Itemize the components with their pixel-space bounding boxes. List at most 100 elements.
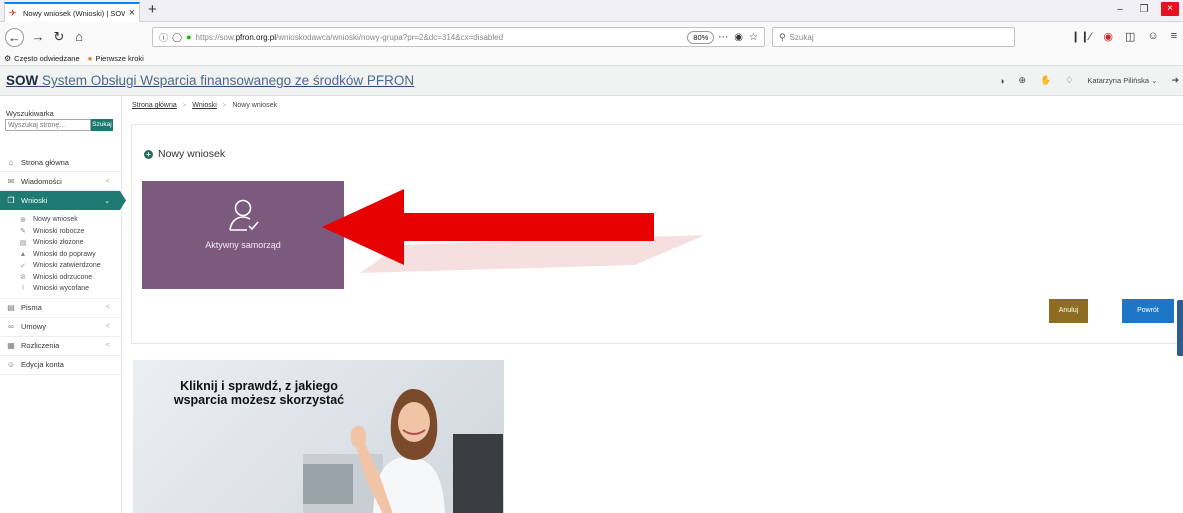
library-icon[interactable]: ❙❙⁄ xyxy=(1071,30,1091,43)
chevron-left-icon: < xyxy=(105,177,110,185)
plus-circle-icon: + xyxy=(144,149,153,159)
tile-label: Aktywny samorząd xyxy=(205,240,281,250)
zoom-icon[interactable]: ⊕ xyxy=(1019,75,1027,86)
letters-icon: ▤ xyxy=(7,303,15,312)
gear-icon: ⚙ xyxy=(4,54,12,63)
home-icon: ⌂ xyxy=(8,157,14,167)
annotation-arrow-icon xyxy=(322,189,705,273)
panel-title-text: Nowy wniosek xyxy=(158,148,226,160)
back-arrow-icon[interactable]: ← xyxy=(5,28,24,47)
sidebar-toggle-icon[interactable]: ◫ xyxy=(1125,30,1135,43)
bookmark-star-icon[interactable]: ☆ xyxy=(749,32,758,43)
close-window-icon[interactable]: × xyxy=(1161,2,1179,16)
submenu-withdrawn[interactable]: ! Wnioski wycofane xyxy=(0,283,122,295)
submenu-approved[interactable]: ✓ Wnioski zatwierdzone xyxy=(0,260,122,272)
submenu-drafts[interactable]: ✎ Wnioski robocze xyxy=(0,226,122,238)
firefox-icon: ● xyxy=(87,54,93,63)
restore-icon[interactable]: ❐ xyxy=(1137,4,1151,15)
pocket-icon[interactable]: ◉ xyxy=(734,32,743,43)
exclamation-icon: ! xyxy=(22,285,24,293)
tab-title: Nowy wniosek (Wnioski) | SOW xyxy=(23,8,125,18)
draft-icon: ✎ xyxy=(20,228,26,236)
browser-search-bar[interactable]: ⚲ Szukaj xyxy=(772,27,1015,47)
minimize-icon[interactable]: – xyxy=(1113,4,1127,15)
lock-icon[interactable]: ● xyxy=(186,32,191,42)
forward-arrow-icon[interactable]: → xyxy=(29,28,47,46)
breadcrumb-separator-icon: > xyxy=(222,102,227,109)
submenu-rejected[interactable]: ⊘ Wnioski odrzucone xyxy=(0,272,122,284)
extension-icon[interactable]: ◉ xyxy=(1103,30,1113,43)
promo-banner[interactable]: Kliknij i sprawdź, z jakiego wsparcia mo… xyxy=(133,360,504,513)
search-icon: ⚲ xyxy=(779,31,786,42)
page-actions-icon[interactable]: ⋯ xyxy=(718,32,728,43)
browser-toolbar-right: ❙❙⁄ ◉ ◫ ☺ ≡ xyxy=(1071,30,1177,43)
breadcrumb-applications[interactable]: Wnioski xyxy=(192,102,217,109)
user-icon: ☺ xyxy=(6,360,16,369)
panel-title: + Nowy wniosek xyxy=(144,148,225,160)
sidebar-item-messages[interactable]: ✉ Wiadomości < xyxy=(0,172,122,191)
browser-nav-bar: ← → ↻ ⌂ ⓘ ◯ ● https://sow.pfron.org.pl/w… xyxy=(0,22,1183,52)
info-icon[interactable]: ⓘ xyxy=(159,31,168,44)
user-menu[interactable]: Katarzyna Pilińska ⌄ xyxy=(1087,76,1157,85)
chevron-left-icon: < xyxy=(105,304,110,311)
sidebar-item-edit-account[interactable]: ☺ Edycja konta xyxy=(0,356,122,375)
reload-icon[interactable]: ↻ xyxy=(50,28,68,46)
menu-hamburger-icon[interactable]: ≡ xyxy=(1171,30,1177,43)
user-check-icon xyxy=(229,199,259,231)
bell-icon[interactable]: ♢ xyxy=(1065,75,1073,86)
sidebar-search-label: Wyszukiwarka xyxy=(6,109,54,118)
browser-tab[interactable]: ✈ Nowy wniosek (Wnioski) | SOW × xyxy=(4,2,140,22)
breadcrumb: Strona główna > Wnioski > Nowy wniosek xyxy=(132,102,277,109)
applications-submenu: ⊕ Nowy wniosek ✎ Wnioski robocze ▤ Wnioski … xyxy=(0,210,122,299)
pfron-favicon-icon: ✈ xyxy=(9,8,17,18)
documents-icon: ❐ xyxy=(7,196,15,205)
app-header: SOW System Obsługi Wsparcia finansowaneg… xyxy=(0,66,1183,96)
back-button[interactable]: Powrót xyxy=(1122,299,1174,323)
breadcrumb-separator-icon: > xyxy=(182,102,187,109)
bookmarks-bar: ⚙ Często odwiedzane ● Pierwsze kroki xyxy=(0,52,1183,66)
sidebar-menu: ⌂ Strona główna ✉ Wiadomości < ❐ Wnioski… xyxy=(0,153,126,375)
sidebar-search: Szukaj xyxy=(5,119,113,131)
warning-icon: ▲ xyxy=(19,250,27,258)
calculator-icon: ▦ xyxy=(7,341,15,350)
sidebar-search-input[interactable] xyxy=(5,119,91,131)
submenu-submitted[interactable]: ▤ Wnioski złożone xyxy=(0,237,122,249)
browser-tab-bar: ✈ Nowy wniosek (Wnioski) | SOW × + – ❐ × xyxy=(0,0,1183,22)
header-tools: ◑ ⊕ ✋ ♢ Katarzyna Pilińska ⌄ ➜ xyxy=(999,75,1179,86)
chevron-down-icon: ⌄ xyxy=(104,197,110,205)
app-title-link[interactable]: SOW System Obsługi Wsparcia finansowaneg… xyxy=(6,73,414,88)
feedback-side-tab[interactable] xyxy=(1177,300,1183,356)
window-controls: – ❐ × xyxy=(1113,2,1179,16)
chevron-left-icon: < xyxy=(105,323,110,330)
submenu-to-correct[interactable]: ▲ Wnioski do poprawy xyxy=(0,249,122,261)
sidebar-item-applications[interactable]: ❐ Wnioski ⌄ xyxy=(0,191,126,210)
home-icon[interactable]: ⌂ xyxy=(70,28,88,46)
sidebar-item-settlements[interactable]: ▦ Rozliczenia < xyxy=(0,337,122,356)
submitted-icon: ▤ xyxy=(19,239,27,247)
cancel-button[interactable]: Anuluj xyxy=(1049,299,1088,323)
bookmark-getting-started[interactable]: ● Pierwsze kroki xyxy=(88,54,144,63)
url-text[interactable]: https://sow.pfron.org.pl/wnioskodawca/wn… xyxy=(196,33,684,42)
tab-close-icon[interactable]: × xyxy=(129,7,135,19)
new-tab-button[interactable]: + xyxy=(148,2,157,18)
shield-icon[interactable]: ◯ xyxy=(172,32,182,43)
bookmark-most-visited[interactable]: ⚙ Często odwiedzane xyxy=(4,54,80,63)
plus-circle-icon: ⊕ xyxy=(20,216,26,224)
program-tile-active-government[interactable]: Aktywny samorząd xyxy=(142,181,344,289)
breadcrumb-home[interactable]: Strona główna xyxy=(132,102,177,109)
zoom-level-badge[interactable]: 80% xyxy=(687,30,715,44)
account-icon[interactable]: ☺ xyxy=(1147,30,1158,43)
sign-language-icon[interactable]: ✋ xyxy=(1040,75,1051,86)
sidebar-item-letters[interactable]: ▤ Pisma < xyxy=(0,299,122,318)
ban-icon: ⊘ xyxy=(20,274,26,282)
check-circle-icon: ✓ xyxy=(20,262,26,270)
chevron-left-icon: < xyxy=(105,342,110,349)
sidebar-search-button[interactable]: Szukaj xyxy=(91,119,113,131)
sidebar-item-contracts[interactable]: ∞ Umowy < xyxy=(0,318,122,337)
submenu-new-application[interactable]: ⊕ Nowy wniosek xyxy=(0,214,122,226)
mail-icon: ✉ xyxy=(7,176,15,186)
sidebar-item-home[interactable]: ⌂ Strona główna xyxy=(0,153,122,172)
contrast-icon[interactable]: ◑ xyxy=(999,76,1004,86)
url-bar[interactable]: ⓘ ◯ ● https://sow.pfron.org.pl/wnioskoda… xyxy=(152,27,765,47)
logout-icon[interactable]: ➜ xyxy=(1171,75,1179,86)
